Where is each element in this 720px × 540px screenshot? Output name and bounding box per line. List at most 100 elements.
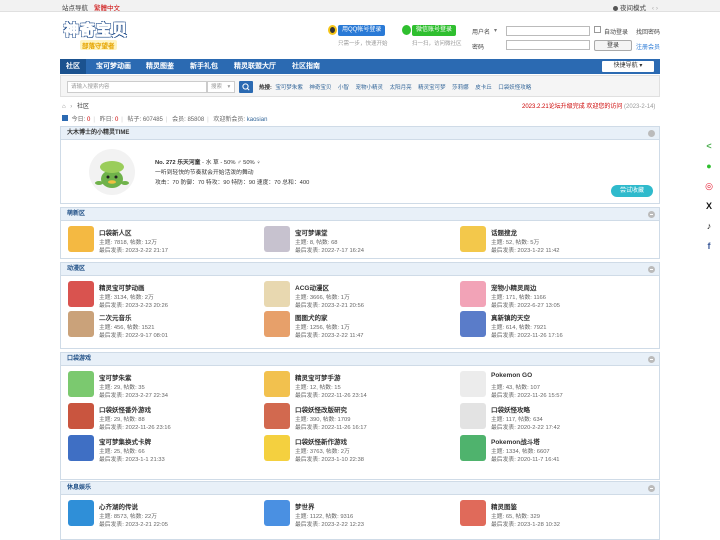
hot-search-item[interactable]: 莎莉娜 — [452, 85, 469, 91]
hot-search-item[interactable]: 皮卡丘 — [475, 85, 492, 91]
site-logo[interactable]: 神奇宝贝 部落守望者 — [60, 19, 134, 53]
forum-item[interactable]: 二次元音乐 主题: 456, 帖数: 1521 最后发表: 2022-9-17 08… — [64, 309, 254, 343]
username-type-caret[interactable]: ▾ — [494, 27, 497, 34]
facebook-icon[interactable]: f — [700, 238, 718, 254]
password-input[interactable] — [506, 40, 590, 50]
hot-search-item[interactable]: 精灵宝可梦 — [418, 85, 446, 91]
home-icon[interactable]: ⌂ — [62, 104, 66, 110]
forum-last-post[interactable]: 最后发表: 2023-1-10 22:38 — [295, 454, 364, 463]
nav-item-newbie-gift[interactable]: 新手礼包 — [184, 59, 224, 74]
forum-name[interactable]: 精灵宝可梦动画 — [99, 282, 145, 292]
hot-search-item[interactable]: 神奇宝贝 — [309, 85, 331, 91]
forum-last-post[interactable]: 最后发表: 2020-11-7 16:41 — [491, 454, 560, 463]
forum-icon[interactable] — [68, 281, 94, 307]
forum-item[interactable]: 宝可梦课堂 主题: 8, 帖数: 68 最后发表: 2022-7-17 16:24 — [260, 224, 450, 258]
forum-item[interactable]: ACG动漫区 主题: 3666, 帖数: 1万 最后发表: 2023-2-21 20… — [260, 279, 450, 313]
forum-name[interactable]: 口袋妖怪攻略 — [491, 404, 530, 414]
collapse-icon[interactable] — [648, 266, 655, 273]
forum-icon[interactable] — [460, 371, 486, 397]
forum-icon[interactable] — [68, 226, 94, 252]
forum-icon[interactable] — [68, 435, 94, 461]
forum-item[interactable]: 口袋新人区 主题: 7818, 帖数: 12万 最后发表: 2023-2-22 21… — [64, 224, 254, 258]
hot-search-item[interactable]: 太阳月亮 — [390, 85, 412, 91]
forum-last-post[interactable]: 最后发表: 2023-1-28 10:32 — [491, 519, 560, 528]
forum-last-post[interactable]: 最后发表: 2022-11-26 23:16 — [99, 422, 171, 431]
forum-last-post[interactable]: 最后发表: 2022-11-26 15:57 — [491, 390, 563, 399]
forum-icon[interactable] — [264, 403, 290, 429]
breadcrumb-forum[interactable]: 社区 — [77, 104, 89, 110]
hot-search-item[interactable]: 小智 — [338, 85, 349, 91]
forum-icon[interactable] — [68, 311, 94, 337]
forum-icon[interactable] — [264, 226, 290, 252]
forum-name[interactable]: 宠物小精灵周边 — [491, 282, 537, 292]
forum-name[interactable]: 宝可梦集换式卡牌 — [99, 436, 151, 446]
forum-item[interactable]: 图图犬的家 主题: 1256, 帖数: 1万 最后发表: 2023-2-22 11:… — [260, 309, 450, 343]
weibo-icon[interactable]: ◎ — [700, 178, 718, 194]
forum-name[interactable]: 二次元音乐 — [99, 312, 132, 322]
tiktok-icon[interactable]: ♪ — [700, 218, 718, 234]
forum-item[interactable]: 真新镇的天空 主题: 614, 帖数: 7921 最后发表: 2022-11-26 … — [456, 309, 646, 343]
forum-name[interactable]: 真新镇的天空 — [491, 312, 530, 322]
hot-search-item[interactable]: 宝可梦朱紫 — [275, 85, 303, 91]
forum-icon[interactable] — [460, 281, 486, 307]
forum-name[interactable]: 图图犬的家 — [295, 312, 328, 322]
forum-icon[interactable] — [460, 226, 486, 252]
nav-item-pokedex[interactable]: 精灵图鉴 — [140, 59, 180, 74]
forum-name[interactable]: 话题搜龙 — [491, 227, 517, 237]
forum-icon[interactable] — [460, 500, 486, 526]
forum-last-post[interactable]: 最后发表: 2020-2-22 17:42 — [491, 422, 560, 431]
nav-item-league-hall[interactable]: 精灵联盟大厅 — [228, 59, 282, 74]
lang-link[interactable]: 繁體中文 — [94, 5, 120, 12]
wechat-icon[interactable]: ● — [700, 158, 718, 174]
forum-item[interactable]: 精灵宝可梦动画 主题: 3134, 帖数: 2万 最后发表: 2023-2-23 2… — [64, 279, 254, 313]
nav-item-anime[interactable]: 宝可梦动画 — [90, 59, 137, 74]
forum-icon[interactable] — [68, 403, 94, 429]
forum-last-post[interactable]: 最后发表: 2022-7-17 16:24 — [295, 245, 364, 254]
x-icon[interactable]: X — [700, 198, 718, 214]
forum-name[interactable]: Pokemon GO — [491, 372, 532, 379]
night-mode-icon[interactable] — [613, 6, 619, 11]
forum-item[interactable]: 心齐湖的传说 主题: 8573, 帖数: 22万 最后发表: 2023-2-21 2… — [64, 498, 254, 532]
forum-item[interactable]: 宝可梦集换式卡牌 主题: 25, 帖数: 66 最后发表: 2023-1-1 21:… — [64, 433, 254, 467]
forum-name[interactable]: Pokemon战斗塔 — [491, 436, 540, 446]
forum-icon[interactable] — [460, 311, 486, 337]
login-button[interactable]: 登录 — [594, 40, 632, 51]
forum-item[interactable]: 精灵图鉴 主题: 65, 帖数: 329 最后发表: 2023-1-28 10:32 — [456, 498, 646, 532]
forum-name[interactable]: 宝可梦课堂 — [295, 227, 328, 237]
find-password-link[interactable]: 找回密码 — [636, 27, 660, 36]
forum-last-post[interactable]: 最后发表: 2022-11-26 16:17 — [295, 422, 367, 431]
forum-name[interactable]: 宝可梦朱紫 — [99, 372, 132, 382]
forum-last-post[interactable]: 最后发表: 2023-2-23 20:26 — [99, 300, 168, 309]
collect-button[interactable]: 尝试收藏 — [611, 185, 653, 197]
forum-icon[interactable] — [460, 435, 486, 461]
auto-login-checkbox[interactable] — [594, 26, 601, 33]
forum-name[interactable]: ACG动漫区 — [295, 282, 329, 292]
newest-member-link[interactable]: kaosian — [247, 117, 268, 123]
forum-icon[interactable] — [68, 371, 94, 397]
register-link[interactable]: 注册会员 — [636, 42, 660, 51]
search-input[interactable]: 请输入搜索内容 — [67, 81, 207, 93]
site-nav-link[interactable]: 站点导航 — [62, 5, 88, 12]
nav-item-guide[interactable]: 社区指南 — [286, 59, 326, 74]
collapse-icon[interactable] — [648, 485, 655, 492]
forum-icon[interactable] — [264, 500, 290, 526]
forum-name[interactable]: 梦世界 — [295, 501, 315, 511]
wechat-login-button[interactable]: 微信账号登录 — [412, 25, 457, 36]
collapse-icon[interactable] — [648, 130, 655, 137]
nav-item-community[interactable]: 社区 — [60, 59, 86, 74]
forum-last-post[interactable]: 最后发表: 2022-6-27 13:05 — [491, 300, 560, 309]
forum-icon[interactable] — [264, 311, 290, 337]
forum-item[interactable]: 话题搜龙 主题: 52, 帖数: 5万 最后发表: 2023-1-22 11:42 — [456, 224, 646, 258]
forum-icon[interactable] — [264, 371, 290, 397]
forum-icon[interactable] — [460, 403, 486, 429]
width-toggle-icon[interactable]: ‹ › — [652, 5, 658, 12]
username-input[interactable] — [506, 26, 590, 36]
forum-last-post[interactable]: 最后发表: 2023-1-1 21:33 — [99, 454, 165, 463]
forum-name[interactable]: 口袋妖怪番外游戏 — [99, 404, 151, 414]
forum-item[interactable]: 口袋妖怪攻略 主题: 117, 帖数: 634 最后发表: 2020-2-22 17… — [456, 401, 646, 435]
collapse-icon[interactable] — [648, 356, 655, 363]
forum-item[interactable]: 梦世界 主题: 1122, 帖数: 9316 最后发表: 2023-2-22 12:… — [260, 498, 450, 532]
forum-last-post[interactable]: 最后发表: 2022-11-26 17:16 — [491, 330, 563, 339]
collapse-icon[interactable] — [648, 211, 655, 218]
forum-last-post[interactable]: 最后发表: 2023-2-27 22:34 — [99, 390, 168, 399]
